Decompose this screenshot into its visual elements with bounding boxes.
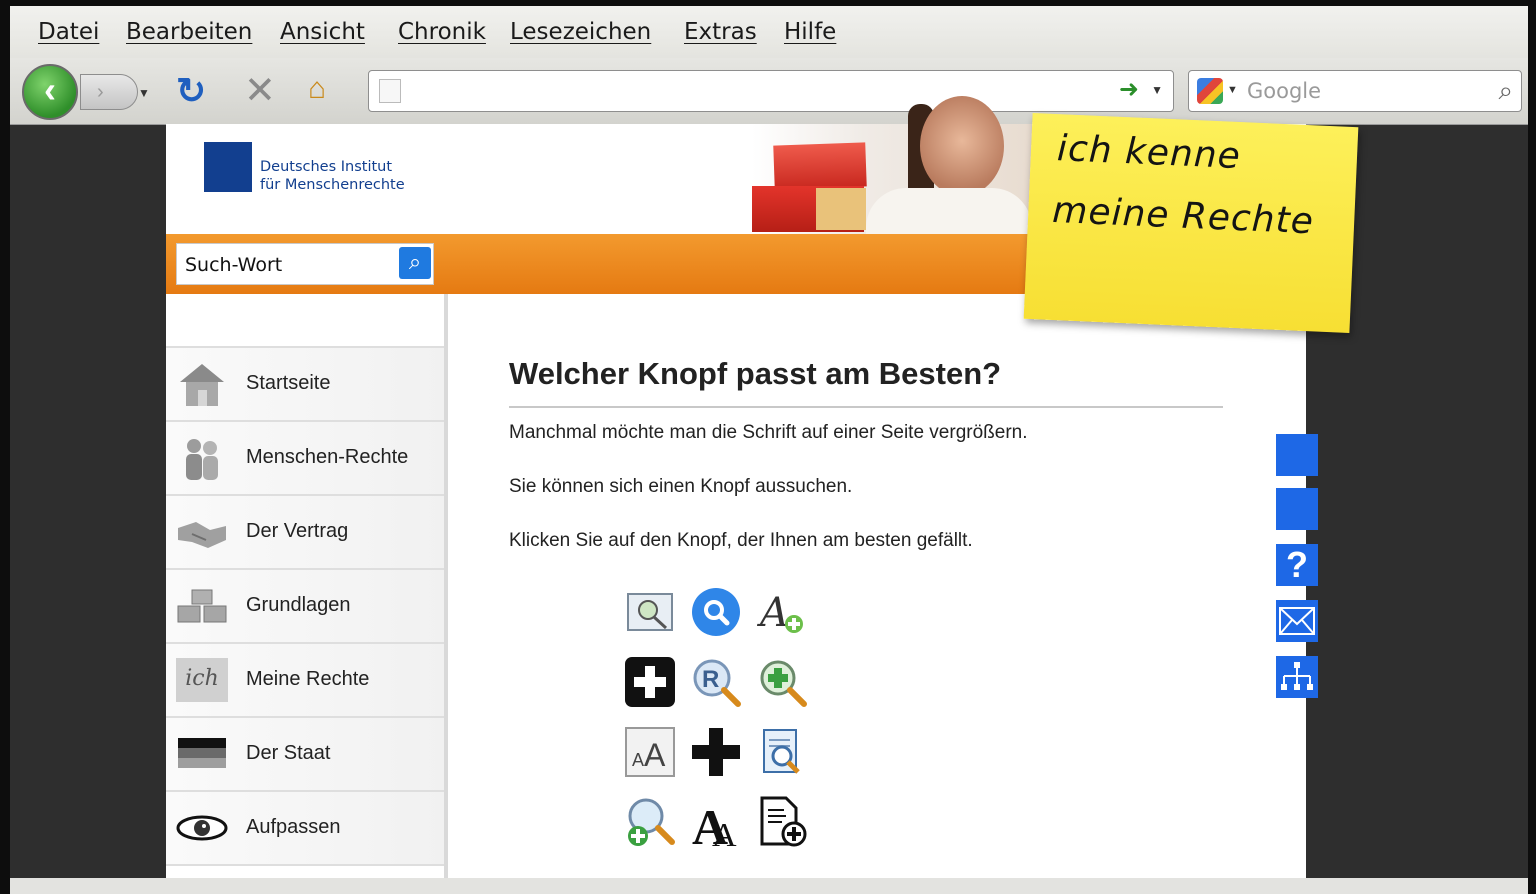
svg-text:A: A bbox=[632, 750, 644, 770]
window-edge bbox=[1528, 6, 1536, 894]
menu-chronik[interactable]: Chronik bbox=[398, 19, 486, 45]
black-plus-icon[interactable] bbox=[690, 726, 742, 778]
menu-bar: Datei Bearbeiten Ansicht Chronik Lesezei… bbox=[10, 6, 1528, 58]
intro-paragraph-2: Sie können sich einen Knopf aussuchen. bbox=[509, 476, 853, 497]
magnifier-icon[interactable]: ⌕ bbox=[1498, 75, 1513, 107]
menu-lesezeichen[interactable]: Lesezeichen bbox=[510, 19, 651, 45]
status-bar bbox=[10, 878, 1528, 894]
mail-glyph bbox=[1279, 607, 1315, 635]
stop-icon[interactable]: ✕ bbox=[244, 68, 276, 113]
magnifier-r-icon[interactable]: R bbox=[690, 656, 742, 708]
eye-icon bbox=[176, 815, 228, 841]
ich-icon: ich bbox=[176, 658, 228, 702]
search-icon[interactable]: ⌕ bbox=[399, 247, 431, 279]
font-a-icon[interactable]: AA bbox=[690, 796, 742, 848]
sitemap-icon[interactable] bbox=[1276, 656, 1318, 698]
people-icon bbox=[186, 439, 218, 480]
go-icon[interactable]: ➜ bbox=[1119, 75, 1139, 104]
sidebar-item-menschen-rechte[interactable]: Menschen-Rechte bbox=[166, 420, 444, 494]
search-engine-dropdown-icon[interactable]: ▼ bbox=[1227, 84, 1238, 96]
black-plus-box-icon[interactable] bbox=[624, 656, 676, 708]
browser-search-field[interactable]: ▼ Google ⌕ bbox=[1188, 70, 1522, 112]
svg-text:A: A bbox=[712, 817, 737, 848]
image-zoom-icon[interactable] bbox=[624, 586, 676, 638]
history-dropdown-icon[interactable]: ▼ bbox=[138, 86, 150, 100]
institute-name-line1: Deutsches Institut bbox=[260, 159, 393, 175]
document-magnifier-icon[interactable] bbox=[756, 726, 808, 778]
blue-magnifier-icon[interactable] bbox=[690, 586, 742, 638]
search-placeholder: Google bbox=[1247, 79, 1322, 103]
sidebar-item-der-staat[interactable]: Der Staat bbox=[166, 716, 444, 790]
web-page: Deutsches Institut für Menschenrechte Su… bbox=[166, 96, 1359, 878]
document-plus-icon[interactable] bbox=[756, 796, 808, 848]
back-icon[interactable]: ‹ bbox=[22, 64, 78, 120]
home-icon[interactable]: ⌂ bbox=[308, 72, 326, 106]
sidebar-item-label: Startseite bbox=[246, 372, 331, 394]
sidebar-item-startseite[interactable]: Startseite bbox=[166, 346, 444, 420]
menu-datei[interactable]: Datei bbox=[38, 19, 99, 45]
menu-ansicht[interactable]: Ansicht bbox=[280, 19, 365, 45]
magnifier-plus-icon[interactable] bbox=[624, 796, 676, 848]
sidebar-item-label: Meine Rechte bbox=[246, 668, 370, 690]
reload-icon[interactable]: ↻ bbox=[176, 70, 206, 112]
building-blocks-icon bbox=[177, 589, 227, 623]
institute-logo[interactable] bbox=[204, 142, 252, 192]
handshake-icon bbox=[178, 522, 226, 548]
house-icon bbox=[180, 364, 224, 406]
text-size-aa-icon[interactable]: AA bbox=[624, 726, 676, 778]
institute-name-line2: für Menschenrechte bbox=[260, 177, 405, 193]
search-engine-icon[interactable] bbox=[1197, 78, 1223, 104]
sidebar-item-label: Menschen-Rechte bbox=[246, 446, 409, 468]
green-plus-magnifier-icon[interactable] bbox=[756, 656, 808, 708]
svg-text:A: A bbox=[644, 737, 666, 773]
sidebar-item-label: Aufpassen bbox=[246, 816, 341, 838]
svg-text:R: R bbox=[702, 666, 719, 693]
sidebar-item-meine-rechte[interactable]: ich Meine Rechte bbox=[166, 642, 444, 716]
sidebar-item-label: Der Staat bbox=[246, 742, 331, 764]
title-divider bbox=[509, 406, 1223, 408]
blank-tool-1[interactable] bbox=[1276, 434, 1318, 476]
font-plus-icon[interactable]: A bbox=[756, 586, 808, 638]
intro-paragraph-3: Klicken Sie auf den Knopf, der Ihnen am … bbox=[509, 530, 973, 551]
postit-note: ich kenne meine Rechte bbox=[1023, 112, 1359, 334]
sidebar-item-der-vertrag[interactable]: Der Vertrag bbox=[166, 494, 444, 568]
postit-line1: ich kenne bbox=[1056, 128, 1242, 178]
mail-icon[interactable] bbox=[1276, 600, 1318, 642]
menu-hilfe[interactable]: Hilfe bbox=[784, 19, 836, 45]
forward-icon[interactable]: › bbox=[80, 74, 138, 110]
book-icon bbox=[816, 188, 866, 230]
address-bar[interactable]: ➜ ▼ bbox=[368, 70, 1174, 112]
navigation-toolbar: ‹ › ▼ ↻ ✕ ⌂ ➜ ▼ ▼ Google ⌕ bbox=[10, 58, 1528, 125]
page-icon bbox=[379, 79, 401, 103]
sidebar-nav: Startseite Menschen-Rechte Der Vertrag G… bbox=[166, 294, 448, 878]
institute-name[interactable]: Deutsches Institut für Menschenrechte bbox=[260, 158, 405, 194]
sitemap-glyph bbox=[1281, 662, 1313, 690]
page-title: Welcher Knopf passt am Besten? bbox=[509, 356, 1002, 391]
postit-line2: meine Rechte bbox=[1051, 189, 1315, 243]
site-search-value: Such-Wort bbox=[185, 254, 283, 276]
sidebar-item-grundlagen[interactable]: Grundlagen bbox=[166, 568, 444, 642]
header-photo-shirt bbox=[866, 188, 1032, 234]
site-search-input[interactable]: Such-Wort ⌕ bbox=[176, 243, 434, 285]
menu-bearbeiten[interactable]: Bearbeiten bbox=[126, 19, 252, 45]
svg-text:A: A bbox=[756, 590, 789, 636]
url-dropdown-icon[interactable]: ▼ bbox=[1151, 83, 1163, 97]
intro-paragraph-1: Manchmal möchte man die Schrift auf eine… bbox=[509, 422, 1028, 443]
menu-extras[interactable]: Extras bbox=[684, 19, 757, 45]
sidebar-item-label: Grundlagen bbox=[246, 594, 351, 616]
header-photo-face bbox=[920, 96, 1004, 196]
sidebar-item-aufpassen[interactable]: Aufpassen bbox=[166, 790, 444, 866]
blank-tool-2[interactable] bbox=[1276, 488, 1318, 530]
flag-icon bbox=[178, 738, 226, 768]
book-icon bbox=[773, 142, 867, 190]
help-icon[interactable]: ? bbox=[1276, 544, 1318, 586]
sidebar-item-label: Der Vertrag bbox=[246, 520, 349, 542]
